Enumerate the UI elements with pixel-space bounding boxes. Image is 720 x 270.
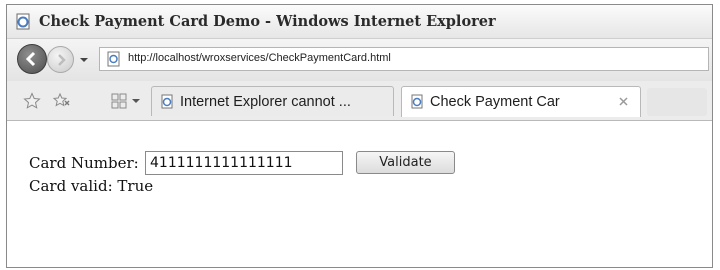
ie-page-icon xyxy=(16,13,30,30)
back-button[interactable] xyxy=(17,44,47,74)
favorites-star-icon[interactable] xyxy=(23,92,41,110)
chevron-down-icon[interactable] xyxy=(131,96,141,106)
quick-tabs-icon[interactable] xyxy=(111,93,127,109)
tab-check-payment[interactable]: Check Payment Car xyxy=(401,86,641,117)
tab-label: Check Payment Car xyxy=(430,94,560,110)
window-title: Check Payment Card Demo - Windows Intern… xyxy=(39,13,496,30)
card-number-label: Card Number: xyxy=(29,154,139,172)
validation-result: Card valid: True xyxy=(29,177,154,195)
ie-page-icon xyxy=(411,94,423,109)
tab-bar: Internet Explorer cannot ... Check Payme… xyxy=(7,81,712,121)
navigation-bar: http://localhost/wroxservices/CheckPayme… xyxy=(7,39,712,81)
title-bar: Check Payment Card Demo - Windows Intern… xyxy=(7,5,712,39)
back-arrow-icon xyxy=(25,51,36,67)
address-url[interactable]: http://localhost/wroxservices/CheckPayme… xyxy=(128,52,391,64)
forward-button[interactable] xyxy=(47,46,74,73)
new-tab-button[interactable] xyxy=(647,88,707,116)
page-icon xyxy=(107,51,120,67)
address-bar[interactable]: http://localhost/wroxservices/CheckPayme… xyxy=(99,47,709,71)
ie-page-icon xyxy=(161,94,173,109)
close-icon[interactable] xyxy=(617,95,630,108)
card-number-input[interactable] xyxy=(145,151,343,175)
chevron-down-icon[interactable] xyxy=(77,53,91,67)
page-content: Card Number: Validate Card valid: True xyxy=(7,121,712,267)
forward-arrow-icon xyxy=(58,54,66,66)
validate-button[interactable]: Validate xyxy=(356,151,455,174)
tab-ie-cannot[interactable]: Internet Explorer cannot ... xyxy=(151,86,394,116)
browser-window: Check Payment Card Demo - Windows Intern… xyxy=(6,4,713,268)
tab-label: Internet Explorer cannot ... xyxy=(180,94,351,110)
add-favorites-icon[interactable] xyxy=(53,92,71,110)
